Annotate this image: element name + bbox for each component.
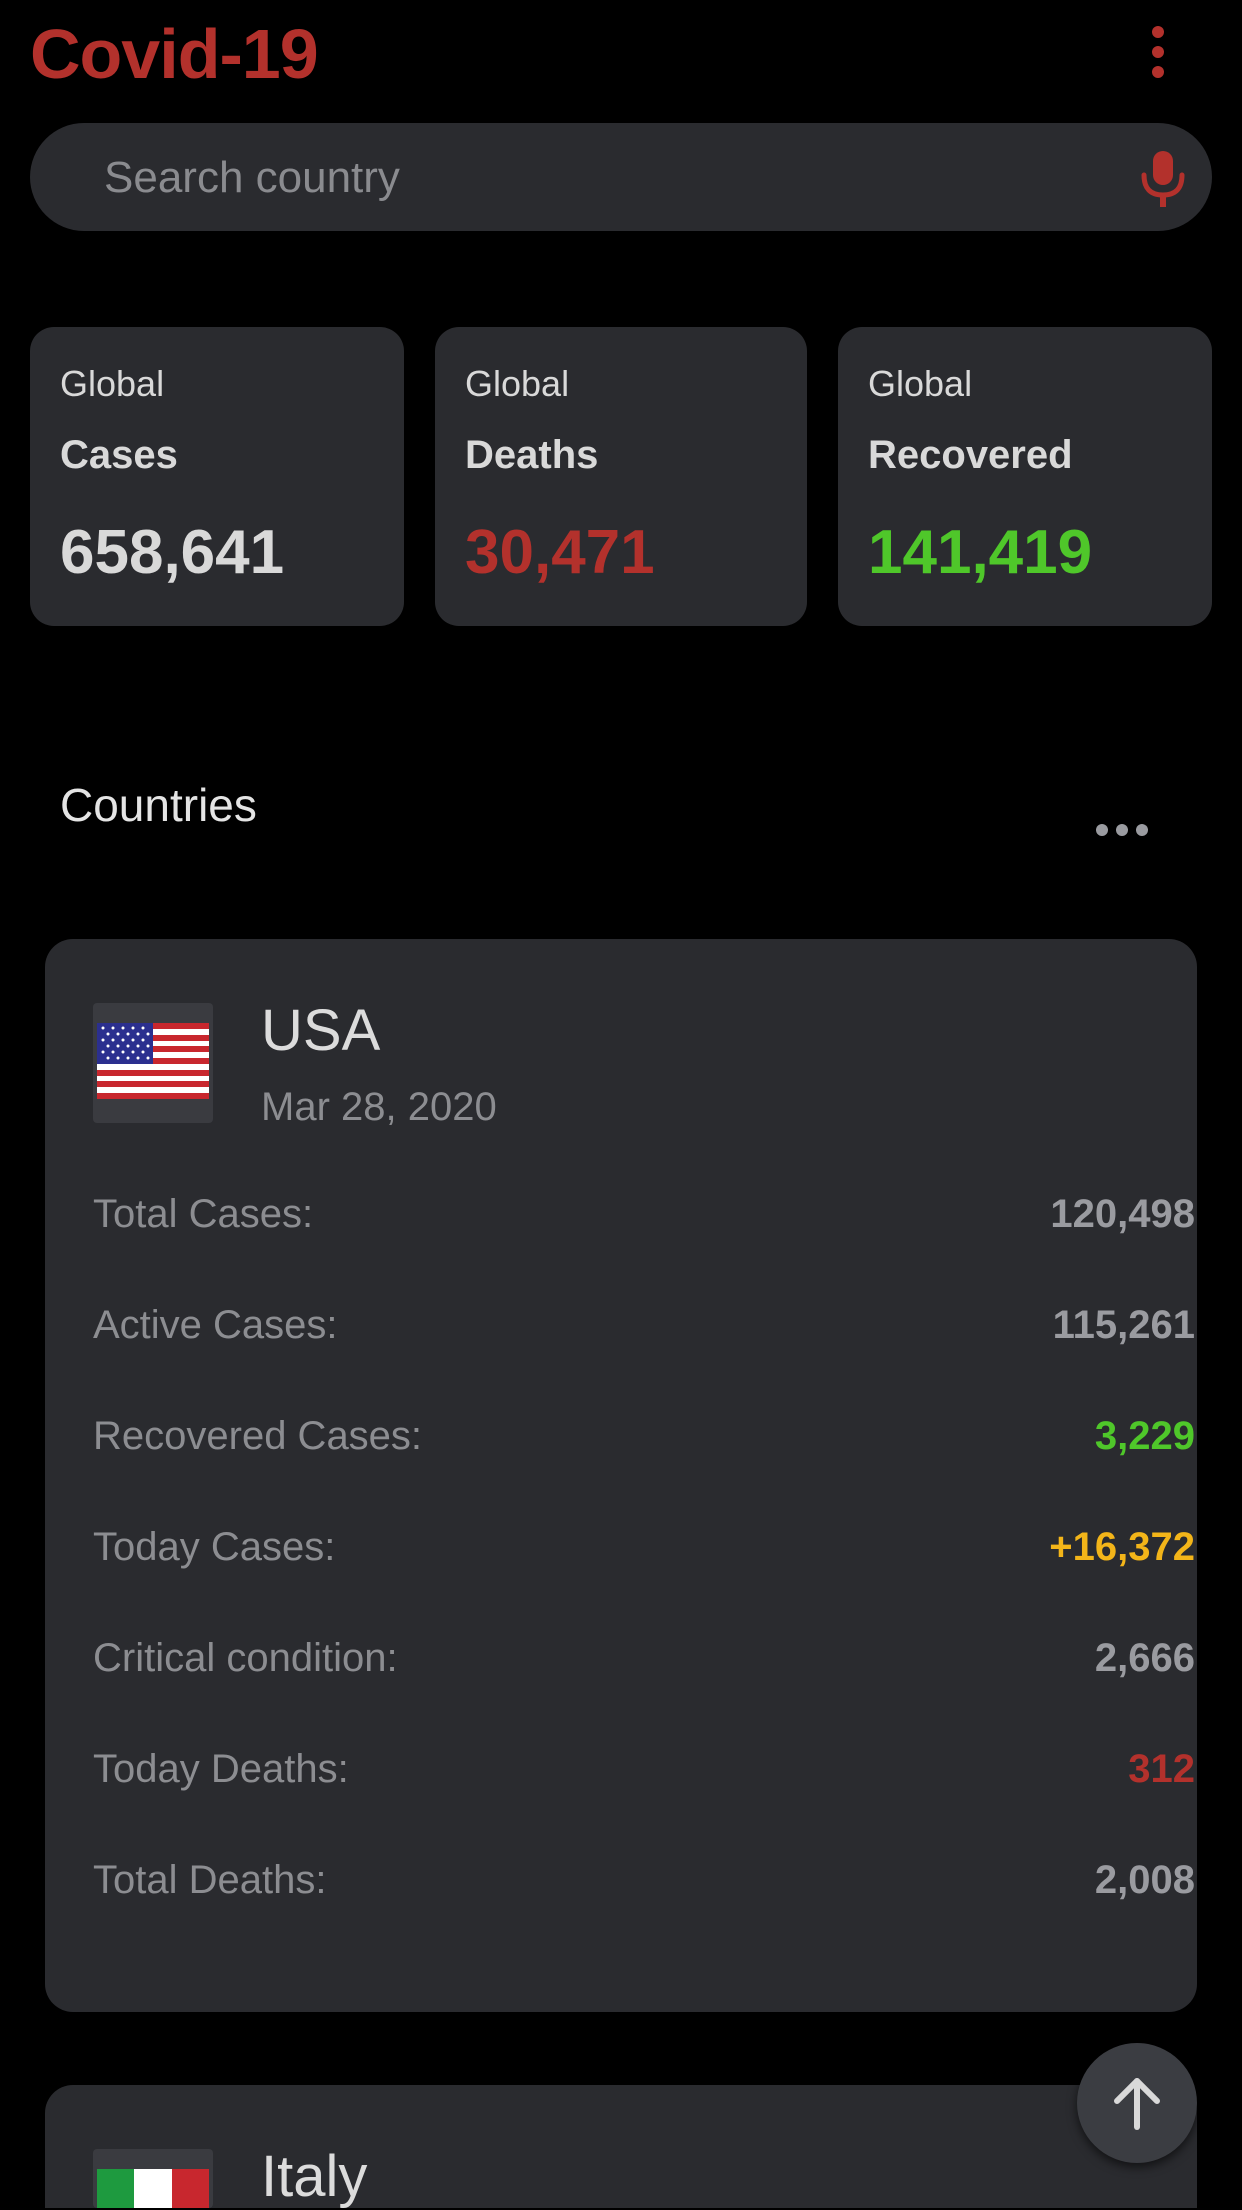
stat-value: 30,471 <box>465 518 655 587</box>
country-name: USA <box>261 998 381 1063</box>
stat-value: 141,419 <box>868 518 1093 587</box>
stat-label: Critical condition: <box>93 1636 398 1680</box>
app-title: Covid-19 <box>30 15 319 93</box>
country-date: Mar 28, 2020 <box>261 1085 497 1129</box>
search-bar[interactable] <box>30 123 1212 233</box>
stat-row-total-deaths: Total Deaths: 2,008 <box>93 1858 1195 1918</box>
more-horizontal-icon[interactable] <box>1096 820 1148 840</box>
stat-label: Total Cases: <box>93 1192 314 1236</box>
global-deaths-card: Global Deaths 30,471 <box>435 327 807 626</box>
stat-row-total-cases: Total Cases: 120,498 <box>93 1192 1195 1252</box>
stat-row-recovered-cases: Recovered Cases: 3,229 <box>93 1414 1195 1474</box>
stat-row-today-cases: Today Cases: +16,372 <box>93 1525 1195 1585</box>
menu-dot <box>1152 46 1164 58</box>
more-vertical-icon[interactable] <box>1140 22 1176 82</box>
stat-label: Today Cases: <box>93 1525 336 1569</box>
global-cases-card: Global Cases 658,641 <box>30 327 404 626</box>
stat-value: 120,498 <box>1050 1192 1195 1236</box>
stat-label: Active Cases: <box>93 1303 338 1347</box>
country-name: Italy <box>261 2144 368 2209</box>
menu-dot <box>1152 26 1164 38</box>
more-dot <box>1096 824 1108 836</box>
stat-row-critical-condition: Critical condition: 2,666 <box>93 1636 1195 1696</box>
mic-icon[interactable] <box>1138 149 1188 209</box>
stat-scope: Global <box>60 363 165 404</box>
country-card-usa[interactable]: USA Mar 28, 2020 Total Cases: 120,498 Ac… <box>45 939 1197 2012</box>
stat-value: 115,261 <box>1052 1303 1195 1347</box>
stat-metric: Deaths <box>465 433 599 477</box>
countries-section-title: Countries <box>60 779 257 831</box>
country-card-italy[interactable]: Italy <box>45 2085 1197 2209</box>
stat-label: Recovered Cases: <box>93 1414 423 1458</box>
stat-row-active-cases: Active Cases: 115,261 <box>93 1303 1195 1363</box>
stat-label: Today Deaths: <box>93 1747 349 1791</box>
more-dot <box>1136 824 1148 836</box>
scroll-top-button[interactable] <box>1077 2043 1197 2163</box>
stat-value: 3,229 <box>1094 1414 1195 1458</box>
stat-scope: Global <box>868 363 973 404</box>
stat-scope: Global <box>465 363 570 404</box>
stat-row-today-deaths: Today Deaths: 312 <box>93 1747 1195 1807</box>
menu-dot <box>1152 66 1164 78</box>
arrow-up-icon <box>1114 2078 1160 2130</box>
stat-metric: Recovered <box>868 433 1073 477</box>
stat-value: +16,372 <box>1049 1525 1195 1569</box>
stat-value: 658,641 <box>60 518 285 587</box>
us-flag-icon <box>93 1003 213 1123</box>
stat-value: 2,666 <box>1094 1636 1195 1680</box>
stat-metric: Cases <box>60 433 178 477</box>
italy-flag-icon <box>93 2149 213 2208</box>
stat-label: Total Deaths: <box>93 1858 327 1902</box>
global-recovered-card: Global Recovered 141,419 <box>838 327 1212 626</box>
stat-value: 312 <box>1128 1747 1195 1791</box>
stat-value: 2,008 <box>1094 1858 1195 1902</box>
search-input[interactable] <box>102 123 1066 233</box>
more-dot <box>1116 824 1128 836</box>
